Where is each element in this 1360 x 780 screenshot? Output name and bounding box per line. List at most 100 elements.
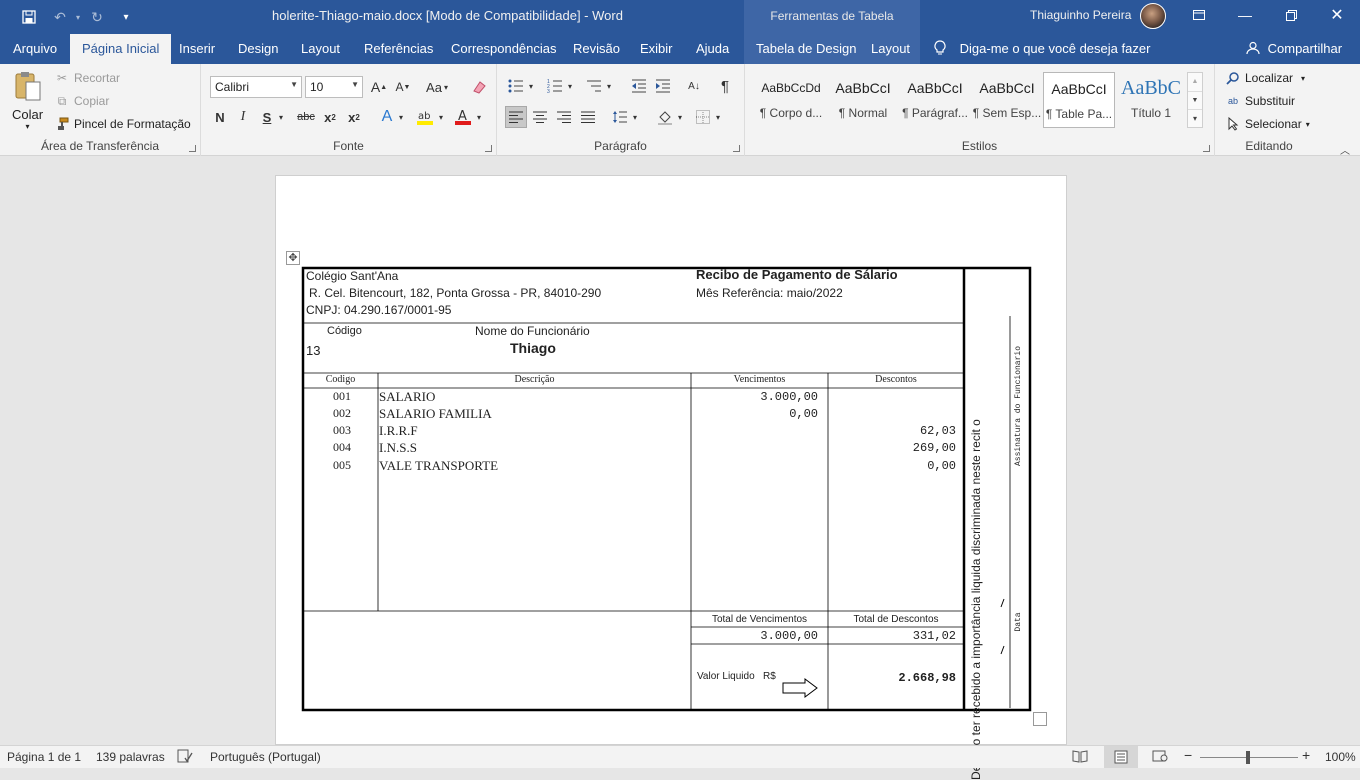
clipboard-group: Colar ▾ ✂ Recortar ⧉ Copiar Pincel de Form… (0, 64, 201, 156)
select-button[interactable]: Selecionar ▾ (1225, 116, 1310, 132)
find-button[interactable]: Localizar ▾ (1225, 70, 1305, 86)
document-page[interactable] (275, 175, 1067, 745)
tab-arquivo[interactable]: Arquivo (13, 34, 57, 64)
clipboard-launcher-icon[interactable] (189, 145, 196, 152)
styles-down-icon[interactable]: ▼ (1188, 91, 1202, 109)
table-resize-handle[interactable] (1033, 712, 1047, 726)
style-paragrafo[interactable]: AaBbCcI ¶ Parágraf... (899, 72, 971, 128)
line-spacing-icon[interactable] (609, 106, 631, 128)
shrink-font-icon[interactable]: A ▼ (392, 76, 414, 98)
minimize-icon[interactable]: — (1222, 0, 1268, 30)
font-color-dropdown-icon[interactable]: ▾ (473, 106, 485, 128)
tab-table-layout[interactable]: Layout (871, 34, 910, 64)
replace-button[interactable]: ab Substituir (1225, 93, 1295, 109)
tab-exibir[interactable]: Exibir (640, 34, 673, 64)
web-layout-icon[interactable] (1152, 749, 1168, 766)
tab-design[interactable]: Design (238, 34, 278, 64)
align-center-icon[interactable] (529, 106, 551, 128)
format-painter-label: Pincel de Formatação (74, 117, 191, 131)
line-spacing-dropdown-icon[interactable]: ▾ (629, 106, 641, 128)
clear-formatting-icon[interactable] (468, 76, 490, 98)
share-button[interactable]: Compartilhar (1246, 34, 1342, 64)
shading-icon[interactable] (654, 106, 676, 128)
cut-button[interactable]: ✂ Recortar (54, 70, 120, 86)
style-normal[interactable]: AaBbCcI ¶ Normal (827, 72, 899, 128)
page-count[interactable]: Página 1 de 1 (7, 750, 81, 764)
tell-me-search[interactable]: Diga-me o que você deseja fazer (934, 34, 1150, 64)
underline-dropdown-icon[interactable]: ▾ (275, 106, 287, 128)
style-sem-espacamento[interactable]: AaBbCcI ¶ Sem Esp... (971, 72, 1043, 128)
tab-correspondencias[interactable]: Correspondências (451, 34, 557, 64)
user-name[interactable]: Thiaguinho Pereira (1030, 8, 1131, 22)
restore-icon[interactable] (1268, 0, 1314, 30)
select-dropdown-icon[interactable]: ▾ (1306, 120, 1310, 129)
paste-dropdown-icon[interactable]: ▾ (26, 122, 30, 131)
bullets-icon[interactable] (505, 75, 527, 97)
tab-ajuda[interactable]: Ajuda (696, 34, 729, 64)
redo-icon[interactable]: ↻ (85, 6, 109, 28)
styles-up-icon[interactable]: ▲ (1188, 73, 1202, 91)
style-titulo-1[interactable]: AaBbC Título 1 (1115, 72, 1187, 128)
word-count[interactable]: 139 palavras (96, 750, 165, 764)
multilevel-list-icon[interactable] (583, 75, 605, 97)
numbering-dropdown-icon[interactable]: ▾ (564, 75, 576, 97)
tab-layout[interactable]: Layout (301, 34, 340, 64)
proofing-icon[interactable] (177, 749, 193, 766)
format-painter-button[interactable]: Pincel de Formatação (54, 116, 191, 132)
numbering-icon[interactable]: 123 (544, 75, 566, 97)
copy-button[interactable]: ⧉ Copiar (54, 93, 110, 109)
print-layout-icon[interactable] (1104, 746, 1138, 768)
font-color-icon[interactable]: A (452, 106, 474, 128)
tab-inserir[interactable]: Inserir (179, 34, 215, 64)
style-table-paragraph[interactable]: AaBbCcI ¶ Table Pa... (1043, 72, 1115, 128)
grow-font-icon[interactable]: A ▲ (368, 76, 390, 98)
customize-quick-access-icon[interactable]: ▾ (114, 6, 138, 28)
zoom-slider-thumb[interactable] (1246, 751, 1250, 764)
avatar[interactable] (1140, 3, 1166, 29)
borders-dropdown-icon[interactable]: ▾ (712, 106, 724, 128)
style-corpo[interactable]: AaBbCcDd ¶ Corpo d... (755, 72, 827, 128)
tab-referencias[interactable]: Referências (364, 34, 433, 64)
collapse-ribbon-icon[interactable]: ︿ (1340, 142, 1350, 157)
increase-indent-icon[interactable] (652, 75, 674, 97)
styles-launcher-icon[interactable] (1203, 145, 1210, 152)
text-effects-dropdown-icon[interactable]: ▾ (395, 106, 407, 128)
ribbon-display-options-icon[interactable] (1176, 0, 1222, 30)
save-icon[interactable] (17, 6, 41, 28)
bullets-dropdown-icon[interactable]: ▾ (525, 75, 537, 97)
sort-icon[interactable]: A↓ (683, 75, 705, 97)
paragraph-launcher-icon[interactable] (733, 145, 740, 152)
language[interactable]: Português (Portugal) (210, 750, 321, 764)
italic-icon[interactable]: I (232, 106, 254, 128)
superscript-icon[interactable]: x2 (343, 106, 365, 128)
highlight-icon[interactable]: ab (414, 106, 436, 128)
tab-revisao[interactable]: Revisão (573, 34, 620, 64)
subscript-icon[interactable]: x2 (319, 106, 341, 128)
align-right-icon[interactable] (553, 106, 575, 128)
change-case-icon[interactable]: Aa ▾ (422, 76, 452, 98)
font-launcher-icon[interactable] (485, 145, 492, 152)
find-dropdown-icon[interactable]: ▾ (1301, 74, 1305, 83)
strikethrough-icon[interactable]: abc (295, 106, 317, 128)
read-mode-icon[interactable] (1072, 749, 1088, 766)
align-left-icon[interactable] (505, 106, 527, 128)
shading-dropdown-icon[interactable]: ▾ (674, 106, 686, 128)
zoom-in-icon[interactable]: + (1302, 747, 1310, 763)
multilevel-dropdown-icon[interactable]: ▾ (603, 75, 615, 97)
table-move-handle-icon[interactable]: ✥ (286, 251, 300, 265)
decrease-indent-icon[interactable] (628, 75, 650, 97)
font-name-select[interactable]: Calibri ▼ (210, 76, 302, 98)
tab-pagina-inicial[interactable]: Página Inicial (70, 34, 172, 64)
styles-more-icon[interactable]: ▾ (1188, 109, 1202, 127)
show-marks-icon[interactable]: ¶ (714, 75, 736, 97)
borders-icon[interactable] (692, 106, 714, 128)
font-size-select[interactable]: 10 ▼ (305, 76, 363, 98)
close-icon[interactable]: ✕ (1314, 0, 1360, 30)
bold-icon[interactable]: N (209, 106, 231, 128)
highlight-dropdown-icon[interactable]: ▾ (435, 106, 447, 128)
zoom-out-icon[interactable]: − (1184, 747, 1192, 763)
tab-tabela-de-design[interactable]: Tabela de Design (756, 34, 856, 64)
paste-button[interactable]: Colar ▾ (12, 70, 43, 131)
justify-icon[interactable] (577, 106, 599, 128)
zoom-level[interactable]: 100% (1325, 750, 1356, 764)
